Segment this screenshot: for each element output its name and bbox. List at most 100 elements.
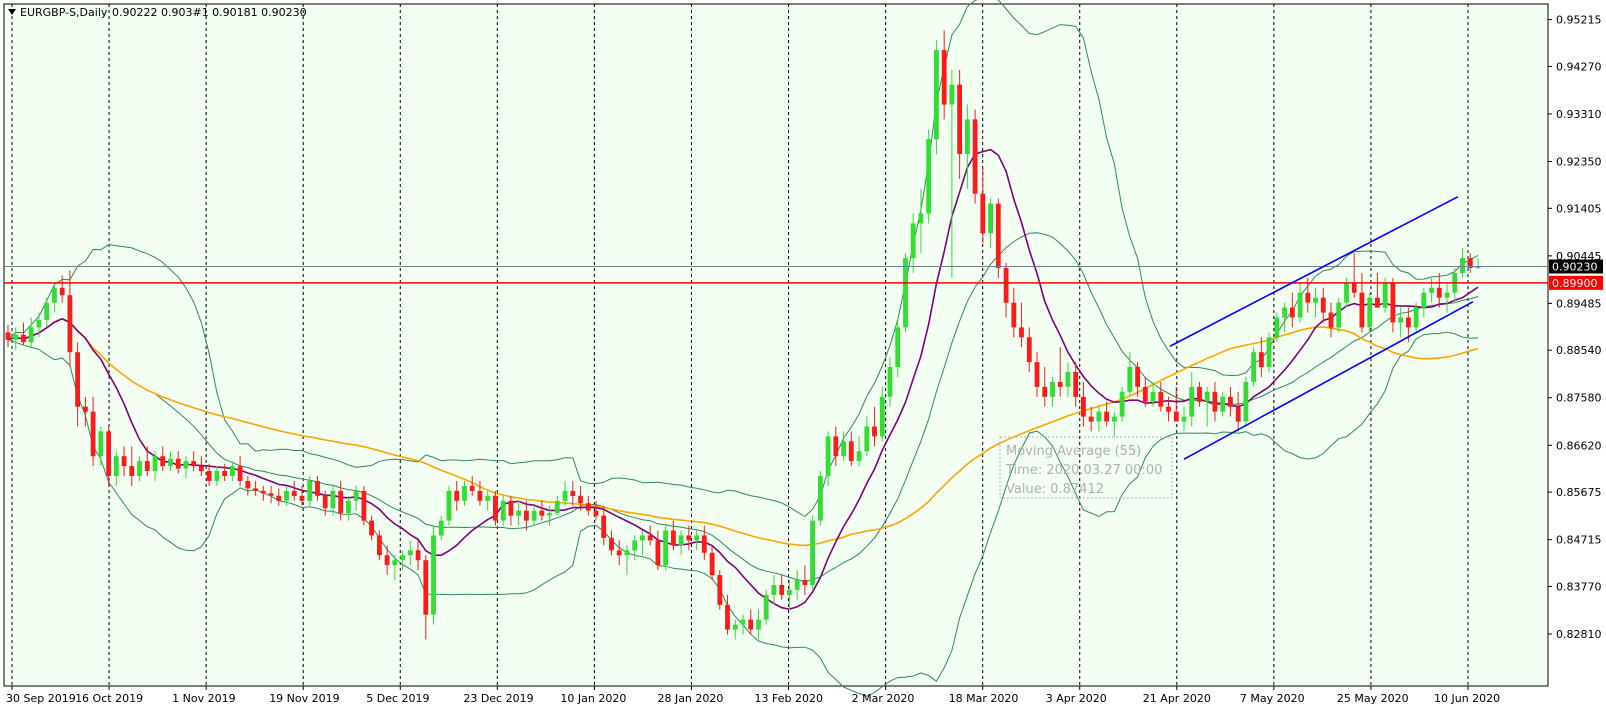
candle	[1266, 332, 1272, 372]
candle-body	[640, 535, 645, 541]
time-tick-label: 1 Nov 2019	[172, 692, 235, 705]
candle-body	[965, 119, 970, 155]
candle-body	[1289, 307, 1295, 318]
candle-body	[500, 500, 506, 521]
candle-body	[1150, 391, 1156, 402]
candle-body	[1212, 391, 1218, 412]
time-tick-label: 13 Feb 2020	[755, 692, 823, 705]
candle-body	[160, 456, 166, 467]
candle-body	[1050, 381, 1055, 397]
candle-body	[578, 495, 583, 504]
candle	[1243, 376, 1249, 427]
candle	[1336, 297, 1342, 333]
candle-body	[222, 471, 227, 476]
candle-body	[1375, 297, 1380, 308]
candle-body	[75, 352, 80, 407]
candle-body	[230, 466, 235, 476]
candle	[926, 129, 932, 224]
current-price-badge-label: 0.90230	[1552, 260, 1598, 273]
candle-body	[1158, 391, 1164, 407]
candle-body	[1444, 292, 1450, 298]
candle	[431, 525, 436, 625]
candle-body	[1367, 297, 1373, 328]
candle-body	[818, 476, 823, 521]
candle-body	[508, 500, 514, 516]
candle-body	[237, 466, 243, 481]
ohlc-label: 0.90222 0.903#1 0.90181 0.90230	[112, 6, 307, 19]
chart-window: 0.95215 0.94270 0.93310 0.92350 0.91405 0.904…	[0, 0, 1606, 707]
candle-body	[1081, 396, 1086, 417]
candle-body	[554, 500, 560, 514]
candle-body	[694, 535, 699, 541]
candle-body	[910, 223, 916, 259]
candle-body	[183, 461, 189, 469]
time-tick-label: 3 Apr 2020	[1046, 692, 1107, 705]
time-tick-label: 2 Mar 2020	[852, 692, 915, 705]
candle-body	[601, 515, 607, 538]
plot-area	[3, 3, 1549, 687]
price-tick-label: 0.83770	[1556, 580, 1602, 593]
candle-body	[59, 287, 65, 296]
chart-header: EURGBP-S,Daily 0.90222 0.903#1 0.90181 0…	[8, 6, 307, 19]
candle-body	[1266, 337, 1272, 367]
candle-body	[291, 490, 297, 496]
candle-body	[423, 560, 429, 615]
candle-body	[1297, 292, 1303, 318]
candle-body	[1235, 406, 1241, 422]
candle-body	[1119, 391, 1125, 417]
candle-body	[887, 367, 893, 397]
price-tick-label: 0.94270	[1556, 60, 1602, 73]
candle-body	[485, 495, 491, 501]
candle-body	[1251, 352, 1256, 382]
candle-body	[725, 604, 730, 630]
candle-body	[268, 493, 274, 496]
candle-body	[1282, 307, 1287, 318]
candle-body	[1073, 372, 1079, 397]
candle-body	[1112, 416, 1117, 422]
candle-body	[90, 411, 96, 457]
candle-body	[21, 334, 26, 343]
candle-body	[848, 441, 854, 462]
candle-body	[454, 490, 460, 501]
candle-body	[1413, 307, 1419, 328]
price-tick-label: 0.88540	[1556, 344, 1602, 357]
candle-body	[841, 441, 846, 457]
candle-body	[469, 485, 475, 491]
candle-body	[462, 485, 467, 501]
candle-body	[260, 490, 266, 494]
candle-body	[199, 466, 204, 472]
candle-body	[802, 580, 808, 585]
candle-body	[678, 535, 684, 546]
resistance-badge-label: 0.89900	[1552, 277, 1598, 290]
candle-body	[771, 585, 777, 595]
candle-body	[330, 490, 336, 509]
candle-body	[1135, 367, 1140, 387]
candle-body	[407, 550, 413, 556]
candle-body	[941, 50, 947, 105]
candle-body	[438, 520, 444, 536]
candle	[972, 109, 978, 204]
candle	[717, 570, 723, 610]
candle-body	[995, 203, 1001, 268]
time-tick-label: 23 Dec 2019	[463, 692, 533, 705]
price-chart[interactable]: 0.952150.942700.933100.923500.914050.904…	[0, 0, 1606, 707]
candle-body	[1088, 416, 1094, 422]
price-tick-label: 0.84715	[1556, 534, 1602, 547]
candle	[903, 253, 908, 333]
candle-body	[83, 406, 88, 412]
time-tick-label: 19 Nov 2019	[269, 692, 339, 705]
candle	[493, 490, 498, 526]
candle-body	[1057, 381, 1063, 387]
candle-body	[353, 490, 359, 501]
candle-body	[431, 535, 436, 615]
candle-body	[315, 481, 320, 496]
candle-body	[67, 295, 73, 353]
price-tick-label: 0.93310	[1556, 108, 1602, 121]
candle-body	[903, 258, 908, 328]
time-tick-label: 10 Jun 2020	[1434, 692, 1500, 705]
time-tick-label: 21 Apr 2020	[1143, 692, 1211, 705]
price-tick-label: 0.87580	[1556, 392, 1602, 405]
candle-body	[1104, 411, 1109, 422]
candle-body	[1359, 292, 1365, 328]
candle-body	[794, 580, 800, 590]
